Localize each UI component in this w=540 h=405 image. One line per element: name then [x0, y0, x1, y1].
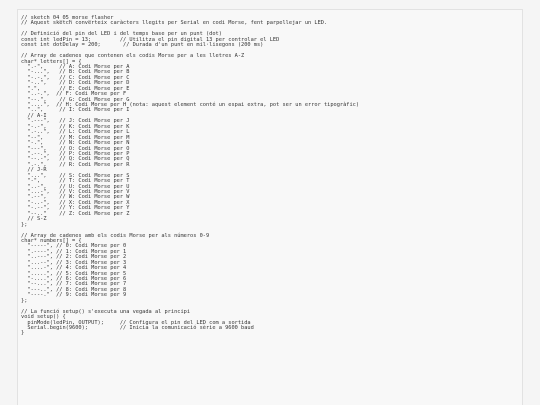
code-line: // Aquest sketch converteix caràcters ll…	[21, 20, 328, 27]
code-line: }	[21, 330, 25, 337]
code-area[interactable]: // sketch 04_05_morse_flasher// Aquest s…	[18, 15, 359, 337]
code-panel[interactable]: // sketch 04_05_morse_flasher// Aquest s…	[17, 9, 523, 405]
page: // sketch 04_05_morse_flasher// Aquest s…	[0, 0, 540, 405]
